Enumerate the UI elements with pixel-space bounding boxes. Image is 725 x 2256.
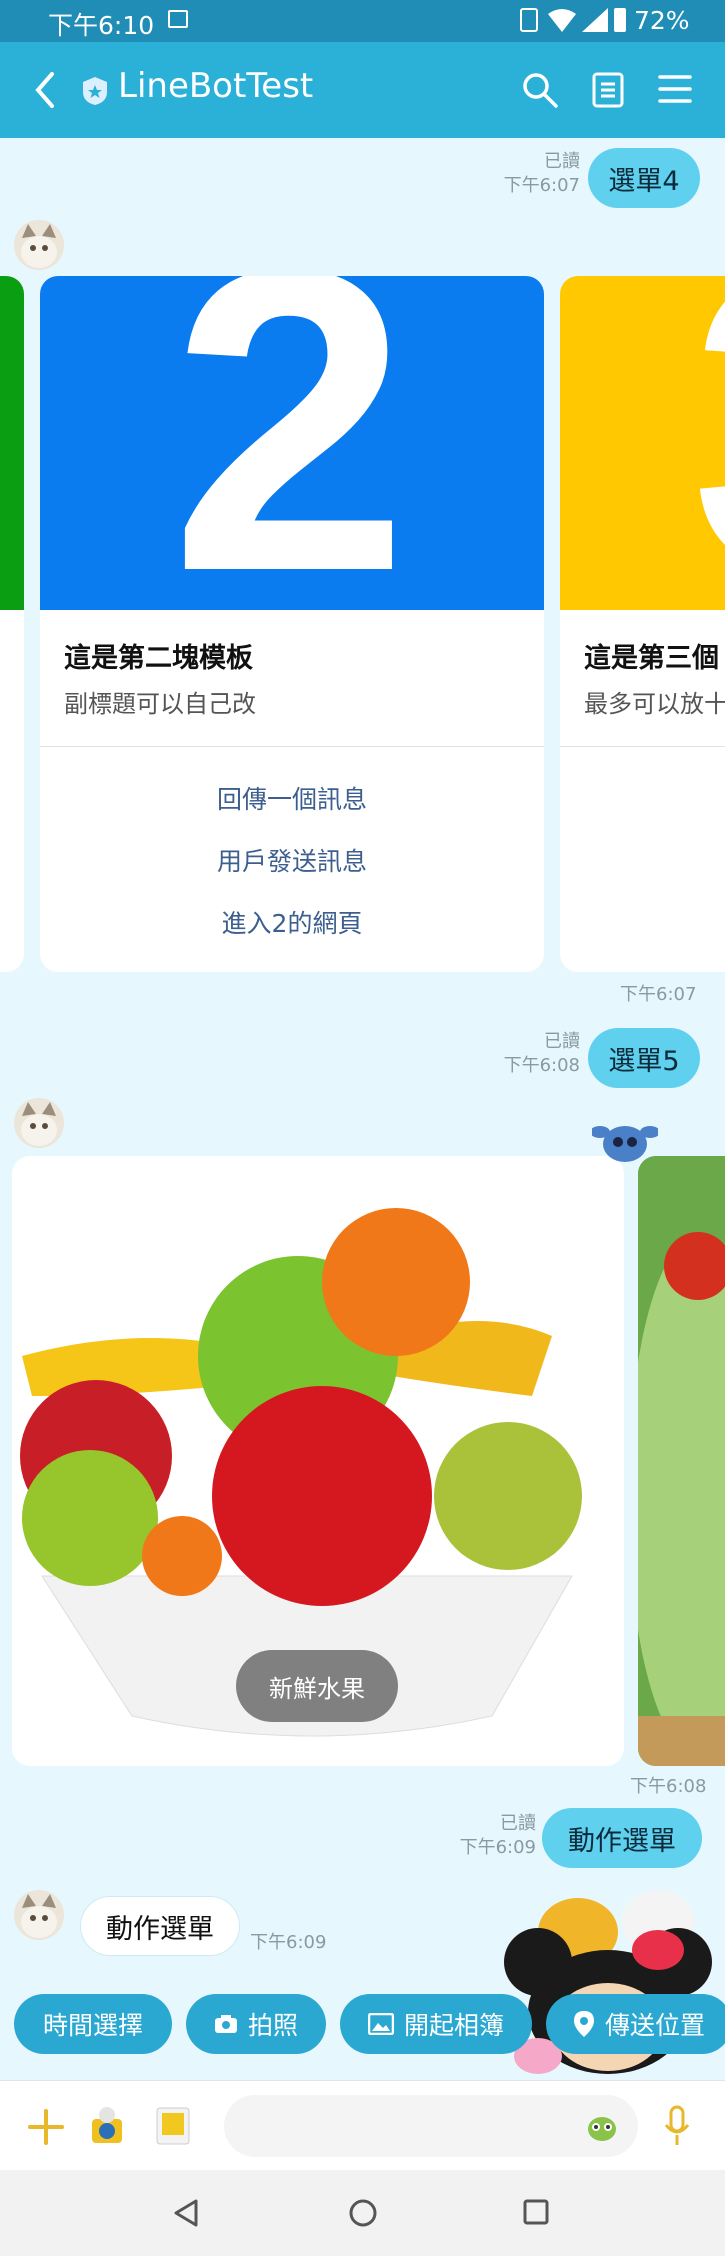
chat-title[interactable]: LineBotTest: [118, 66, 313, 106]
card-image: [0, 276, 24, 610]
nav-recents-icon[interactable]: [522, 2198, 550, 2226]
message-input[interactable]: [224, 2095, 638, 2157]
system-nav-bar: [0, 2170, 725, 2256]
message-meta: 已讀 下午6:07: [470, 150, 580, 198]
official-shield-icon: [83, 77, 107, 105]
message-meta: 已讀 下午6:09: [426, 1812, 536, 1860]
message-time: 下午6:08: [630, 1776, 707, 1797]
card-number: 3: [690, 276, 725, 610]
card-title: 這是第三個: [584, 643, 719, 674]
carousel-card-2[interactable]: 2 這是第二塊模板 副標題可以自己改 回傳一個訊息 用戶發送訊息 進入2的網頁: [40, 276, 544, 972]
chat-header: LineBotTest: [0, 42, 725, 138]
message-meta: 已讀 下午6:08: [470, 1030, 580, 1078]
card-image: 3: [560, 276, 725, 610]
vibrate-icon: [520, 8, 538, 32]
read-receipt: 已讀: [500, 1813, 536, 1834]
card-image: 2: [40, 276, 544, 610]
image-icon[interactable]: [156, 2107, 190, 2145]
message-time: 下午6:08: [503, 1055, 580, 1076]
status-bar: 下午6:10 72%: [0, 0, 725, 42]
chat-area[interactable]: 已讀 下午6:07 選單4 2 這是第二塊模板 副標題可以自己改 回傳一個訊息 …: [0, 138, 725, 2080]
image-icon: [367, 2013, 394, 2035]
outgoing-message[interactable]: 選單4: [588, 148, 700, 208]
vegetable-image: [638, 1156, 725, 1766]
gallery-notification-icon: [168, 10, 188, 28]
incoming-message[interactable]: 動作選單: [80, 1896, 240, 1956]
location-pin-icon: [573, 2011, 594, 2037]
image-carousel-card-2[interactable]: [638, 1156, 725, 1766]
notes-icon[interactable]: [592, 72, 624, 108]
quick-reply-label: 時間選擇: [42, 2011, 143, 2040]
card-divider: [560, 746, 725, 747]
message-time: 下午6:09: [250, 1932, 327, 1953]
signal-icon: [582, 8, 608, 32]
quick-reply-label: 拍照: [247, 2011, 298, 2040]
carousel-card-1[interactable]: [0, 276, 24, 972]
quick-reply-label: 傳送位置: [604, 2011, 705, 2040]
card-action-postback[interactable]: 回傳一個訊息: [40, 780, 544, 816]
card-subtitle: 最多可以放十: [584, 690, 725, 718]
quick-reply-label: 開起相簿: [403, 2011, 504, 2040]
card-subtitle: 副標題可以自己改: [64, 690, 256, 718]
outgoing-message[interactable]: 選單5: [588, 1028, 700, 1088]
search-icon[interactable]: [522, 72, 558, 108]
nav-home-icon[interactable]: [348, 2198, 378, 2228]
read-receipt: 已讀: [544, 1031, 580, 1052]
camera-icon: [214, 2015, 237, 2033]
bot-avatar[interactable]: [14, 1890, 64, 1940]
quick-reply-camera[interactable]: 拍照: [186, 1994, 326, 2054]
card-divider: [40, 746, 544, 747]
bot-avatar[interactable]: [14, 220, 64, 270]
card-number: 2: [170, 276, 410, 610]
quick-reply-location[interactable]: 傳送位置: [546, 1994, 725, 2054]
read-receipt: 已讀: [544, 151, 580, 172]
status-time: 下午6:10: [48, 11, 155, 40]
bot-avatar[interactable]: [14, 1098, 64, 1148]
card-action-uri[interactable]: 進入2的網頁: [40, 904, 544, 940]
card-title: 這是第二塊模板: [64, 643, 253, 674]
stitch-sticker-icon: [592, 1126, 658, 1162]
menu-icon[interactable]: [658, 74, 692, 104]
input-bar: [0, 2080, 725, 2170]
message-time: 下午6:07: [620, 984, 697, 1005]
battery-icon: [614, 8, 626, 32]
message-time: 下午6:09: [459, 1837, 536, 1858]
carousel-card-3[interactable]: 3 這是第三個 最多可以放十: [560, 276, 725, 972]
quick-reply-time-picker[interactable]: 時間選擇: [14, 1994, 172, 2054]
message-time: 下午6:07: [503, 175, 580, 196]
camera-icon[interactable]: [88, 2105, 126, 2147]
plus-icon[interactable]: [28, 2109, 64, 2145]
back-arrow-icon[interactable]: [34, 72, 56, 108]
sticker-icon[interactable]: [584, 2109, 620, 2143]
battery-level: 72%: [634, 6, 690, 35]
nav-back-icon[interactable]: [172, 2198, 200, 2228]
image-action-label[interactable]: 新鮮水果: [236, 1650, 398, 1722]
outgoing-message[interactable]: 動作選單: [542, 1808, 702, 1868]
card-action-message[interactable]: 用戶發送訊息: [40, 842, 544, 878]
wifi-icon: [548, 9, 576, 32]
microphone-icon[interactable]: [664, 2105, 690, 2147]
quick-reply-album[interactable]: 開起相簿: [340, 1994, 532, 2054]
